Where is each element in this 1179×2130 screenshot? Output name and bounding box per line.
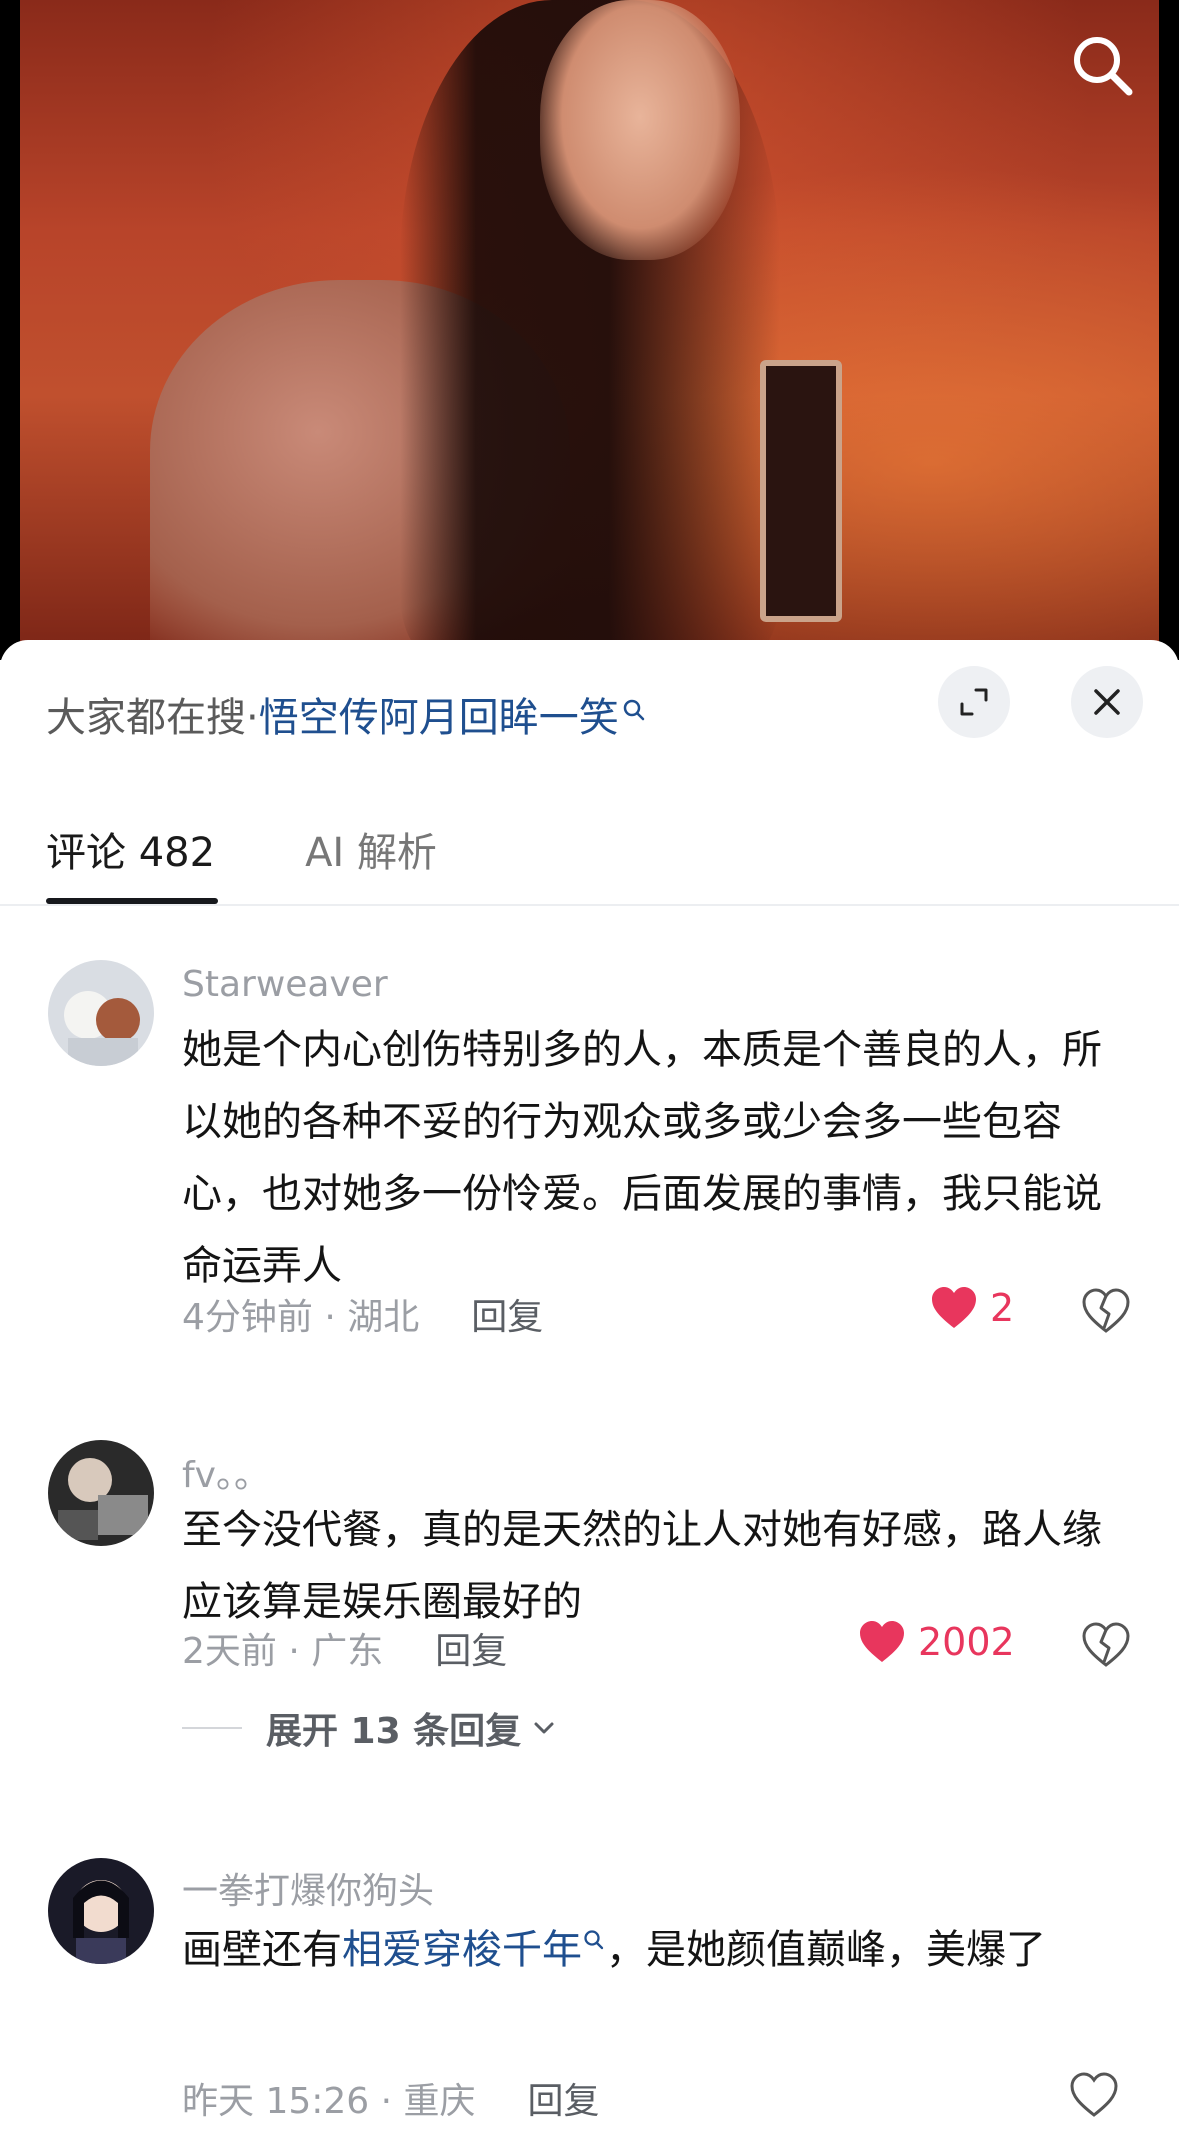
like-count: 2002 (918, 1620, 1015, 1664)
heart-icon (860, 1621, 904, 1662)
like-count: 2 (990, 1286, 1015, 1330)
video-player[interactable] (0, 0, 1179, 660)
comments-sheet: 大家都在搜· 悟空传阿月回眸一笑 评论 482 AI 解析 Starweaver… (0, 640, 1179, 2130)
broken-heart-icon (1082, 1622, 1130, 1667)
heart-outline-icon (1070, 2072, 1118, 2117)
like-button[interactable]: 2 (930, 1286, 1014, 1330)
avatar[interactable] (48, 1440, 154, 1546)
expand-replies-button[interactable]: 展开 13 条回复 (182, 1702, 559, 1754)
video-frame (20, 0, 1159, 660)
avatar[interactable] (48, 1858, 154, 1964)
expand-icon (960, 688, 988, 716)
close-button[interactable] (1071, 666, 1143, 738)
reply-button[interactable]: 回复 (471, 1288, 543, 1340)
hot-search-link[interactable]: 悟空传阿月回眸一笑 (259, 685, 619, 743)
search-icon (584, 1930, 604, 1950)
search-icon (621, 691, 647, 737)
like-button[interactable] (1069, 2072, 1119, 2122)
divider (0, 904, 1179, 906)
tab-comments[interactable]: 评论 482 (46, 820, 215, 878)
dislike-button[interactable] (1081, 1288, 1131, 1338)
comment-text: 她是个内心创伤特别多的人，本质是个善良的人，所以她的各种不妥的行为观众或多或少会… (182, 1027, 1102, 1289)
comment-meta: 2天前 · 广东 回复 (182, 1622, 507, 1674)
like-button[interactable]: 2002 (858, 1620, 1015, 1664)
chevron-down-icon (534, 1722, 554, 1734)
comment-time-location: 4分钟前 · 湖北 (182, 1297, 420, 1338)
search-icon[interactable] (1067, 30, 1137, 100)
comment-meta: 昨天 15:26 · 重庆 回复 (182, 2072, 600, 2124)
video-figure-face (540, 0, 740, 260)
comment-text: 画壁还有相爱穿梭千年 ，是她颜值巅峰，美爆了 (182, 1914, 1122, 1986)
hot-search-bar[interactable]: 大家都在搜· 悟空传阿月回眸一笑 (46, 684, 647, 744)
comment-text-part: 画壁还有 (182, 1927, 342, 1973)
comment-username[interactable]: Starweaver (182, 964, 388, 1005)
video-tablet (760, 360, 842, 622)
avatar[interactable] (48, 960, 154, 1066)
dislike-button[interactable] (1081, 1622, 1131, 1672)
tab-bar: 评论 482 AI 解析 (46, 820, 437, 878)
hot-search-prefix: 大家都在搜· (46, 695, 259, 741)
expand-replies-label: 展开 13 条回复 (266, 1711, 522, 1752)
comment-text-part: ，是她颜值巅峰，美爆了 (606, 1927, 1046, 1973)
close-icon (1094, 689, 1120, 715)
comment-username[interactable]: 一拳打爆你狗头 (182, 1862, 434, 1914)
tab-ai-analysis[interactable]: AI 解析 (305, 820, 437, 878)
comment-inline-link[interactable]: 相爱穿梭千年 (342, 1927, 582, 1973)
heart-icon (932, 1287, 976, 1328)
reply-button[interactable]: 回复 (435, 1622, 507, 1674)
comment-time-location: 昨天 15:26 · 重庆 (182, 2081, 476, 2122)
divider (182, 1727, 242, 1729)
comment-meta: 4分钟前 · 湖北 回复 (182, 1288, 543, 1340)
broken-heart-icon (1082, 1288, 1130, 1333)
comment-time-location: 2天前 · 广东 (182, 1631, 384, 1672)
comment-username[interactable]: fv。。 (182, 1446, 270, 1498)
expand-button[interactable] (938, 666, 1010, 738)
reply-button[interactable]: 回复 (528, 2072, 600, 2124)
comment-text: 至今没代餐，真的是天然的让人对她有好感，路人缘应该算是娱乐圈最好的 (182, 1507, 1102, 1625)
